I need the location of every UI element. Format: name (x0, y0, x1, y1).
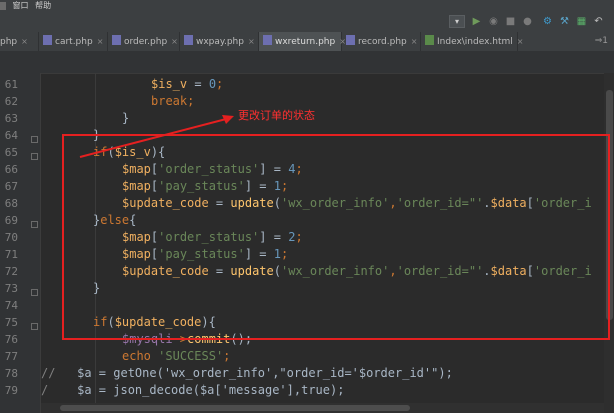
fold-marker[interactable] (31, 289, 38, 296)
line-number: 73 (4, 282, 18, 295)
close-icon[interactable]: × (517, 37, 524, 46)
line-number: 78 (4, 367, 18, 380)
close-icon[interactable]: × (411, 37, 418, 46)
tab-cart[interactable]: cart.php × (39, 32, 108, 51)
fold-marker[interactable] (31, 136, 38, 143)
tab-order[interactable]: order.php × (108, 32, 180, 51)
line-number: 66 (4, 163, 18, 176)
close-icon[interactable]: × (171, 37, 178, 46)
undo-icon[interactable]: ↶ (592, 15, 605, 28)
editor-breadcrumb-strip (0, 51, 614, 74)
line-number: 71 (4, 248, 18, 261)
settings-icon[interactable]: ⚙ (541, 15, 554, 28)
structure-icon[interactable]: ▦ (575, 15, 588, 28)
code-line-62: break; (151, 94, 195, 108)
php-file-icon (263, 35, 272, 45)
line-number: 61 (4, 78, 18, 91)
line-number: 75 (4, 316, 18, 329)
line-number: 74 (4, 299, 18, 312)
menu-help[interactable]: 帮助 (35, 1, 51, 10)
fold-marker[interactable] (31, 323, 38, 330)
line-number: 76 (4, 333, 18, 346)
menu-window[interactable]: 窗口 (13, 1, 29, 10)
line-number: 67 (4, 180, 18, 193)
close-icon[interactable]: × (97, 37, 104, 46)
tools-icon[interactable]: ⚒ (558, 15, 571, 28)
annotation-highlight-box (62, 134, 610, 340)
line-number: 65 (4, 146, 18, 159)
run-icon[interactable]: ▶ (470, 15, 483, 28)
fold-marker[interactable] (31, 153, 38, 160)
code-line-63: } (122, 111, 130, 125)
html-file-icon (425, 35, 434, 45)
line-number: 72 (4, 265, 18, 278)
line-number: 79 (4, 384, 18, 397)
line-number: 63 (4, 112, 18, 125)
line-number: 70 (4, 231, 18, 244)
tab-wxreturn[interactable]: wxreturn.php × (259, 32, 346, 51)
line-number: 62 (4, 95, 18, 108)
line-number-gutter: 61 62 63 64 65 66 67 68 69 70 71 72 73 7… (0, 73, 41, 413)
horizontal-scroll-thumb[interactable] (60, 405, 410, 411)
php-file-icon (184, 35, 193, 45)
code-line-77: echo 'SUCCESS'; (122, 349, 231, 363)
fold-marker[interactable] (31, 221, 38, 228)
stop-icon[interactable]: ■ (504, 15, 517, 28)
dropdown-icon[interactable]: ▾ (449, 15, 465, 28)
code-line-79: / $a = json_decode($a['message'],true); (41, 383, 345, 397)
annotation-note: 更改订单的状态 (238, 109, 315, 122)
line-number: 68 (4, 197, 18, 210)
php-file-icon (346, 35, 355, 45)
line-number: 69 (4, 214, 18, 227)
menu-left-edge (0, 1, 6, 10)
editor-tab-bar: php × cart.php × order.php × wxpay.php × wxr… (0, 32, 614, 52)
tab-record[interactable]: record.php × (342, 32, 421, 51)
php-file-icon (112, 35, 121, 45)
menu-bar: 窗口 帮助 (0, 0, 614, 12)
close-icon[interactable]: × (21, 37, 28, 46)
tab-overflow-indicator[interactable]: ⇒1 (595, 32, 608, 51)
debug-icon[interactable]: ◉ (487, 15, 500, 28)
php-file-icon (43, 35, 52, 45)
code-line-61: $is_v = 0; (151, 77, 224, 91)
line-number: 64 (4, 129, 18, 142)
close-icon[interactable]: × (248, 37, 255, 46)
tab-index-html[interactable]: Index\index.html × (421, 32, 524, 51)
tab-php[interactable]: php × (0, 32, 39, 51)
line-number: 77 (4, 350, 18, 363)
build-icon[interactable]: ● (521, 15, 534, 28)
tab-wxpay[interactable]: wxpay.php × (180, 32, 259, 51)
toolbar: ▾ ▶ ◉ ■ ● ⚙ ⚒ ▦ ↶ (0, 12, 614, 33)
code-line-78: // $a = getOne('wx_order_info',"order_id… (41, 366, 453, 380)
